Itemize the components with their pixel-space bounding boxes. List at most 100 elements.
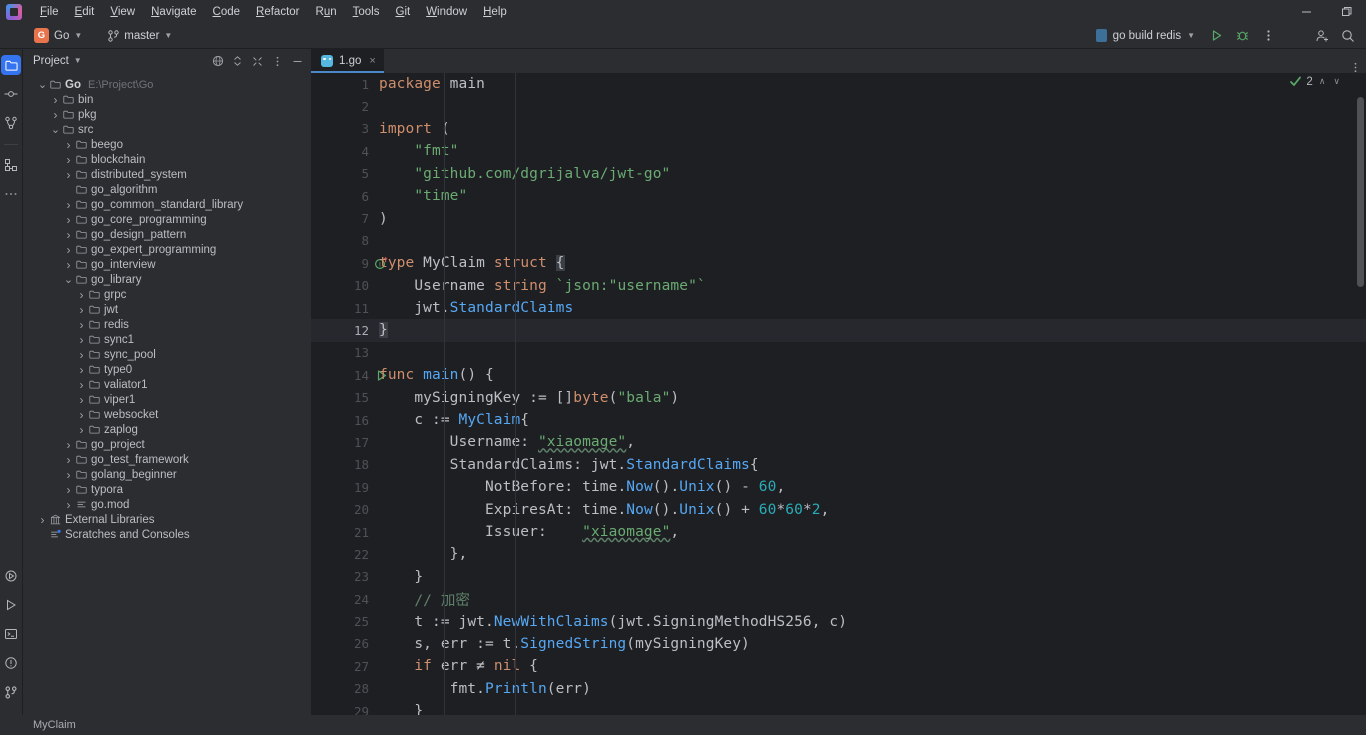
code-line-26[interactable]: s, err := t. SignedString (mySigningKey) bbox=[373, 633, 1366, 655]
chevron-right-icon[interactable]: › bbox=[63, 468, 74, 482]
code-line-6[interactable]: "time" bbox=[373, 185, 1366, 207]
code-line-27[interactable]: if err ≠ nil { bbox=[373, 655, 1366, 677]
line-number-16[interactable]: 16 bbox=[311, 409, 373, 431]
code-line-9[interactable]: type MyClaim struct { bbox=[373, 252, 1366, 274]
tree-item-go-project[interactable]: › go_project bbox=[23, 437, 311, 452]
code-line-5[interactable]: "github.com/dgrijalva/jwt-go" bbox=[373, 163, 1366, 185]
menu-run[interactable]: Run bbox=[308, 4, 345, 20]
code-line-17[interactable]: Username: "xiaomage", bbox=[373, 431, 1366, 453]
inspection-widget[interactable]: 2 ∧ ∨ bbox=[1289, 75, 1342, 88]
hide-icon[interactable] bbox=[288, 52, 307, 71]
line-number-25[interactable]: 25 bbox=[311, 610, 373, 632]
menu-navigate[interactable]: Navigate bbox=[143, 4, 204, 20]
chevron-right-icon[interactable]: › bbox=[63, 243, 74, 257]
options-icon[interactable] bbox=[268, 52, 287, 71]
close-icon[interactable]: × bbox=[369, 55, 375, 67]
code-line-18[interactable]: StandardClaims: jwt. StandardClaims{ bbox=[373, 454, 1366, 476]
tree-item-distributed-system[interactable]: › distributed_system bbox=[23, 167, 311, 182]
tree-item-go-algorithm[interactable]: go_algorithm bbox=[23, 182, 311, 197]
chevron-down-icon[interactable]: ⌄ bbox=[50, 124, 61, 135]
chevron-right-icon[interactable]: › bbox=[63, 453, 74, 467]
chevron-right-icon[interactable]: › bbox=[63, 483, 74, 497]
chevron-down-icon[interactable]: ∨ bbox=[1331, 76, 1342, 87]
tree-item-go-expert-programming[interactable]: › go_expert_programming bbox=[23, 242, 311, 257]
menu-edit[interactable]: Edit bbox=[67, 4, 103, 20]
editor-scrollbar-thumb[interactable] bbox=[1357, 97, 1364, 287]
chevron-right-icon[interactable]: › bbox=[76, 363, 87, 377]
tree-item-viper1[interactable]: › viper1 bbox=[23, 392, 311, 407]
chevron-right-icon[interactable]: › bbox=[37, 513, 48, 527]
chevron-right-icon[interactable]: › bbox=[76, 423, 87, 437]
chevron-right-icon[interactable]: › bbox=[63, 138, 74, 152]
strip-pull-requests-icon[interactable] bbox=[1, 113, 21, 133]
code-line-11[interactable]: jwt. StandardClaims bbox=[373, 297, 1366, 319]
strip-more-tool-windows-icon[interactable] bbox=[1, 184, 21, 204]
code-content[interactable]: package main import ( "fmt" "github.com/… bbox=[373, 73, 1366, 715]
tree-item-jwt[interactable]: › jwt bbox=[23, 302, 311, 317]
line-number-24[interactable]: 24 bbox=[311, 588, 373, 610]
strip-structure-icon[interactable] bbox=[1, 155, 21, 175]
chevron-right-icon[interactable]: › bbox=[76, 333, 87, 347]
chevron-right-icon[interactable]: › bbox=[50, 108, 61, 122]
line-number-2[interactable]: 2 bbox=[311, 95, 373, 117]
strip-terminal-icon[interactable] bbox=[1, 624, 21, 644]
code-line-2[interactable] bbox=[373, 95, 1366, 117]
chevron-right-icon[interactable]: › bbox=[76, 378, 87, 392]
tree-item-typora[interactable]: › typora bbox=[23, 482, 311, 497]
line-number-11[interactable]: 11 bbox=[311, 297, 373, 319]
tree-item-websocket[interactable]: › websocket bbox=[23, 407, 311, 422]
line-number-4[interactable]: 4 bbox=[311, 140, 373, 162]
chevron-right-icon[interactable]: › bbox=[76, 303, 87, 317]
chevron-down-icon[interactable]: ⌄ bbox=[63, 274, 74, 285]
chevron-right-icon[interactable]: › bbox=[63, 168, 74, 182]
editor-tab-1go[interactable]: 1.go × bbox=[311, 49, 384, 73]
chevron-down-icon[interactable]: ⌄ bbox=[37, 79, 48, 90]
line-number-8[interactable]: 8 bbox=[311, 230, 373, 252]
code-line-13[interactable] bbox=[373, 342, 1366, 364]
run-configuration-selector[interactable]: go build redis ▼ bbox=[1089, 26, 1202, 45]
line-number-12[interactable]: 12 bbox=[311, 319, 373, 342]
tree-item-go-test-framework[interactable]: › go_test_framework bbox=[23, 452, 311, 467]
chevron-right-icon[interactable]: › bbox=[63, 498, 74, 512]
run-button[interactable] bbox=[1204, 25, 1228, 47]
line-number-7[interactable]: 7 bbox=[311, 207, 373, 229]
code-line-24[interactable]: // 加密 bbox=[373, 588, 1366, 610]
tree-item-zaplog[interactable]: › zaplog bbox=[23, 422, 311, 437]
strip-debug-icon[interactable] bbox=[1, 566, 21, 586]
minimize-button[interactable] bbox=[1286, 0, 1326, 23]
tree-item-sync1[interactable]: › sync1 bbox=[23, 332, 311, 347]
menu-window[interactable]: Window bbox=[418, 4, 475, 20]
expand-collapse-icon[interactable] bbox=[228, 52, 247, 71]
chevron-right-icon[interactable]: › bbox=[76, 288, 87, 302]
line-number-5[interactable]: 5 bbox=[311, 163, 373, 185]
tree-item-go-library[interactable]: ⌄ go_library bbox=[23, 272, 311, 287]
menu-file[interactable]: File bbox=[32, 4, 67, 20]
code-line-19[interactable]: NotBefore: time. Now (). Unix() - 60, bbox=[373, 476, 1366, 498]
tree-item-go-mod[interactable]: › go.mod bbox=[23, 497, 311, 512]
tree-item-type0[interactable]: › type0 bbox=[23, 362, 311, 377]
tree-item-blockchain[interactable]: › blockchain bbox=[23, 152, 311, 167]
chevron-right-icon[interactable]: › bbox=[63, 198, 74, 212]
tree-item-go-core-programming[interactable]: › go_core_programming bbox=[23, 212, 311, 227]
chevron-right-icon[interactable]: › bbox=[76, 393, 87, 407]
tree-item-beego[interactable]: › beego bbox=[23, 137, 311, 152]
line-number-9[interactable]: 9I bbox=[311, 252, 387, 274]
search-everywhere-button[interactable] bbox=[1336, 25, 1360, 47]
line-number-27[interactable]: 27 bbox=[311, 655, 373, 677]
line-number-29[interactable]: 29 bbox=[311, 700, 373, 715]
menu-tools[interactable]: Tools bbox=[345, 4, 388, 20]
chevron-right-icon[interactable]: › bbox=[50, 93, 61, 107]
chevron-right-icon[interactable]: › bbox=[76, 408, 87, 422]
line-number-26[interactable]: 26 bbox=[311, 633, 373, 655]
branch-selector[interactable]: master ▼ bbox=[102, 28, 178, 44]
menu-git[interactable]: Git bbox=[387, 4, 418, 20]
code-line-8[interactable] bbox=[373, 230, 1366, 252]
line-number-28[interactable]: 28 bbox=[311, 678, 373, 700]
strip-run-icon[interactable] bbox=[1, 595, 21, 615]
line-number-22[interactable]: 22 bbox=[311, 543, 373, 565]
line-number-19[interactable]: 19 bbox=[311, 476, 373, 498]
more-actions-button[interactable] bbox=[1256, 25, 1280, 47]
tree-item-external-libraries[interactable]: › External Libraries bbox=[23, 512, 311, 527]
code-line-28[interactable]: fmt.Println(err) bbox=[373, 678, 1366, 700]
chevron-right-icon[interactable]: › bbox=[63, 213, 74, 227]
